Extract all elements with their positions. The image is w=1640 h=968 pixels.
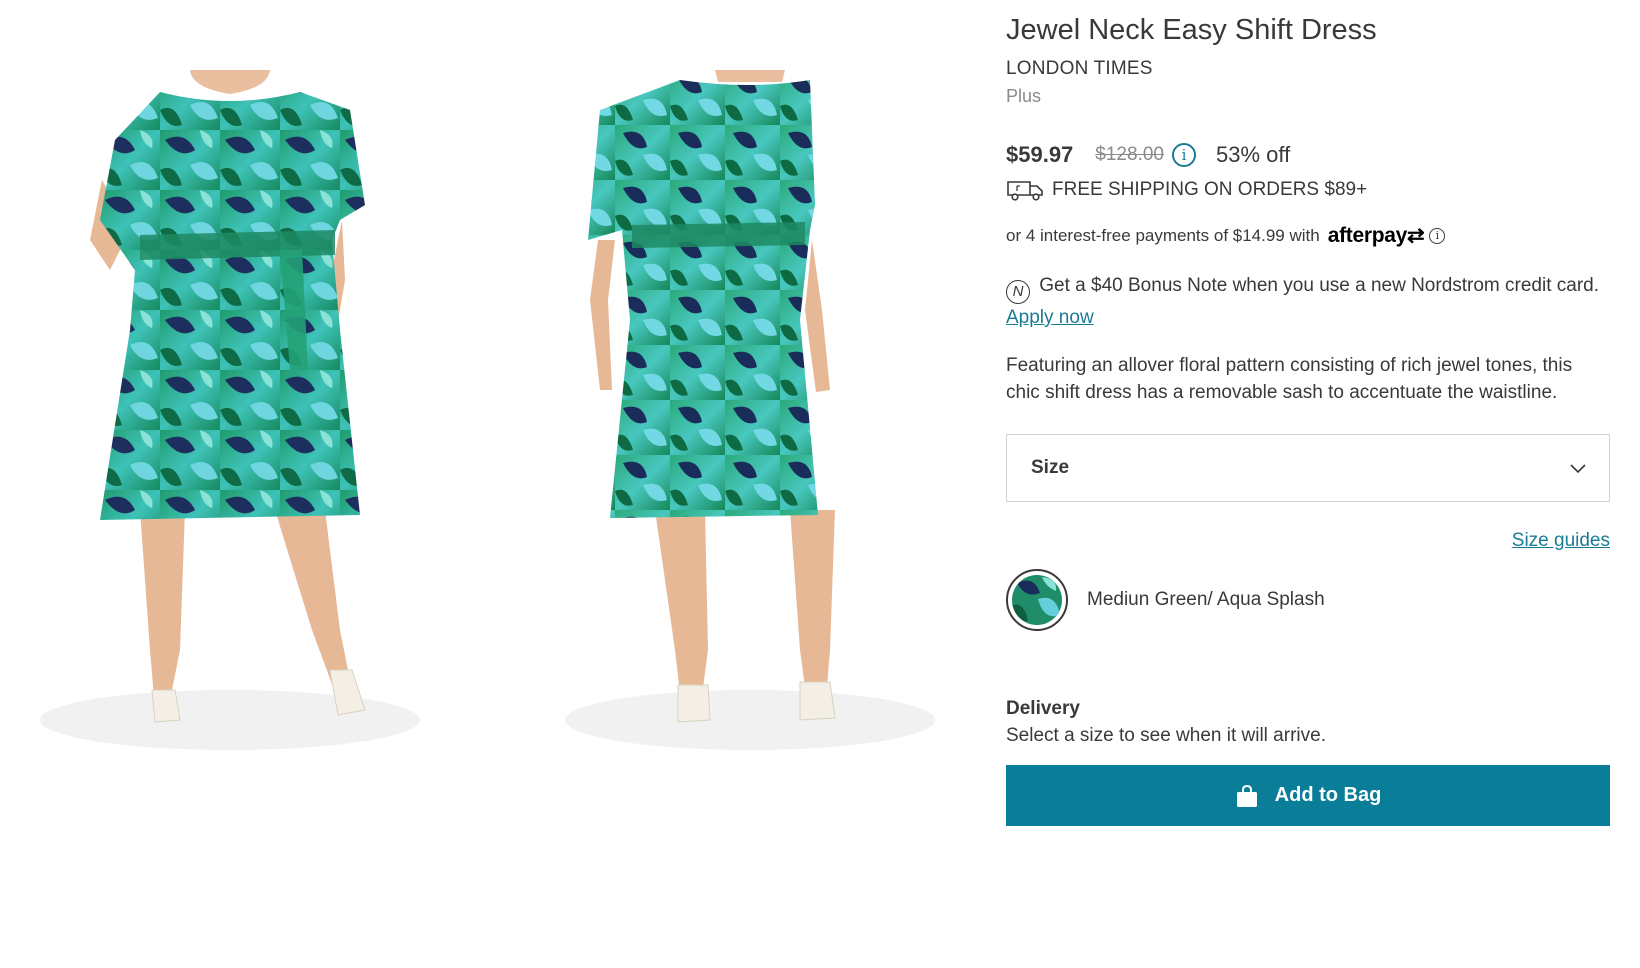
fit-label: Plus xyxy=(1006,86,1042,106)
brand-link[interactable]: LONDON TIMES xyxy=(1006,58,1153,80)
product-title: Jewel Neck Easy Shift Dress xyxy=(1006,14,1377,46)
shipping-text: FREE SHIPPING ON ORDERS $89+ xyxy=(1052,179,1368,200)
chevron-down-icon xyxy=(1570,464,1586,474)
swatch-pattern xyxy=(1012,575,1062,625)
nordstrom-note-icon: N xyxy=(1006,280,1030,304)
price-row: $59.97 $128.00 i 53% off xyxy=(1006,142,1290,168)
price-info-icon[interactable]: i xyxy=(1171,143,1196,167)
shipping-row: FREE SHIPPING ON ORDERS $89+ xyxy=(1006,178,1367,202)
size-select[interactable]: Size xyxy=(1006,434,1610,502)
size-select-label: Size xyxy=(1031,457,1070,478)
color-selector: Mediun Green/ Aqua Splash xyxy=(1006,569,1325,631)
bonus-text: Get a $40 Bonus Note when you use a new … xyxy=(1039,275,1600,296)
afterpay-arrow-icon: ⇄ xyxy=(1407,224,1425,247)
product-image-back[interactable] xyxy=(560,70,940,770)
delivery-text: Select a size to see when it will arrive… xyxy=(1006,725,1326,746)
delivery-title: Delivery xyxy=(1006,698,1080,719)
shopping-bag-icon xyxy=(1236,784,1257,807)
product-image-front[interactable] xyxy=(40,70,420,770)
afterpay-logo: afterpay⇄ xyxy=(1328,223,1425,248)
original-price: $128.00 xyxy=(1095,144,1164,165)
size-guides-link[interactable]: Size guides xyxy=(1512,530,1610,552)
color-swatch[interactable] xyxy=(1006,569,1068,631)
afterpay-info-icon[interactable]: i xyxy=(1429,227,1446,244)
color-name: Mediun Green/ Aqua Splash xyxy=(1087,589,1325,610)
bonus-note-promo: N Get a $40 Bonus Note when you use a ne… xyxy=(1006,272,1610,332)
add-to-bag-label: Add to Bag xyxy=(1274,784,1382,806)
truck-icon xyxy=(1007,181,1043,201)
product-description: Featuring an allover floral pattern cons… xyxy=(1006,355,1573,403)
product-gallery xyxy=(0,0,960,968)
current-price: $59.97 xyxy=(1006,142,1074,167)
apply-now-link[interactable]: Apply now xyxy=(1006,304,1094,332)
afterpay-row: or 4 interest-free payments of $14.99 wi… xyxy=(1006,223,1446,248)
discount-label: 53% off xyxy=(1215,142,1291,167)
afterpay-text: or 4 interest-free payments of $14.99 wi… xyxy=(1006,225,1320,245)
add-to-bag-button[interactable]: Add to Bag xyxy=(1006,765,1610,826)
afterpay-logo-text: afterpay xyxy=(1327,224,1408,247)
